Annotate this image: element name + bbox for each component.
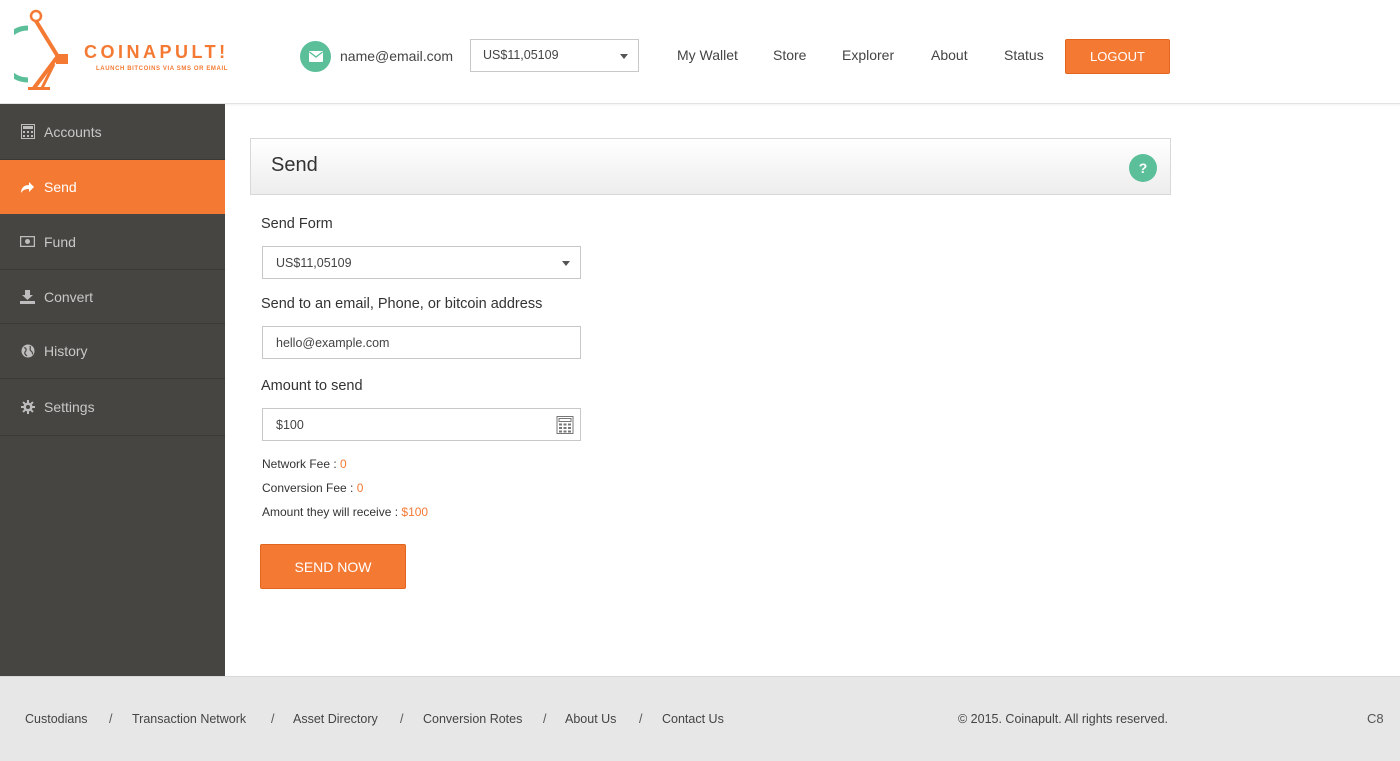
calculator-icon[interactable]	[556, 416, 574, 434]
footer-separator: /	[271, 712, 275, 726]
footer-separator: /	[109, 712, 113, 726]
amount-value: $100	[276, 418, 304, 432]
gear-icon	[20, 400, 35, 415]
sidebar-item-send[interactable]: Send	[0, 160, 225, 214]
receive-amount: Amount they will receive : $100	[262, 505, 428, 519]
sidebar-item-convert[interactable]: Convert	[0, 270, 225, 324]
logo-tagline: LAUNCH BITCOINS VIA SMS OR EMAIL	[96, 66, 228, 72]
globe-icon	[20, 344, 35, 359]
help-button[interactable]: ?	[1129, 154, 1157, 182]
network-fee-value: 0	[340, 457, 347, 471]
conversion-fee: Conversion Fee : 0	[262, 481, 363, 495]
sidebar-item-history[interactable]: History	[0, 324, 225, 379]
footer-separator: /	[400, 712, 404, 726]
logo-wordmark: COINAPULT!	[84, 42, 229, 62]
sidebar: Accounts Send Fund Convert History Setti…	[0, 104, 225, 676]
nav-store[interactable]: Store	[773, 47, 806, 63]
send-from-label: Send Form	[261, 216, 333, 232]
send-from-value: US$11,05109	[276, 256, 352, 270]
balance-select-value: US$11,05109	[483, 48, 559, 62]
header: COINAPULT! LAUNCH BITCOINS VIA SMS OR EM…	[0, 0, 1400, 104]
footer-link-transaction-network[interactable]: Transaction Network	[132, 712, 246, 726]
banknote-icon	[20, 234, 35, 249]
recipient-placeholder: hello@example.com	[276, 336, 390, 350]
page-title: Send	[271, 154, 318, 176]
chevron-down-icon	[562, 261, 570, 266]
sidebar-item-fund[interactable]: Fund	[0, 214, 225, 270]
footer-link-conversion-rotes[interactable]: Conversion Rotes	[423, 712, 522, 726]
network-fee: Network Fee : 0	[262, 457, 347, 471]
footer: Custodians / Transaction Network / Asset…	[0, 676, 1400, 761]
conversion-fee-value: 0	[356, 481, 364, 495]
user-email: name@email.com	[340, 48, 454, 64]
sidebar-item-settings[interactable]: Settings	[0, 379, 225, 436]
send-from-select[interactable]: US$11,05109	[262, 246, 581, 279]
envelope-icon	[300, 40, 331, 72]
recipient-input[interactable]: hello@example.com	[262, 326, 581, 359]
sidebar-item-label: History	[44, 343, 88, 359]
sidebar-item-label: Send	[44, 179, 77, 195]
footer-separator: /	[543, 712, 547, 726]
footer-link-contact-us[interactable]: Contact Us	[662, 712, 724, 726]
sidebar-item-accounts[interactable]: Accounts	[0, 104, 225, 160]
footer-separator: /	[639, 712, 643, 726]
user-email-block: name@email.com	[300, 40, 453, 72]
catapult-logo-icon	[14, 9, 68, 90]
footer-link-custodians[interactable]: Custodians	[25, 712, 88, 726]
nav-about[interactable]: About	[931, 47, 968, 63]
copyright-text: © 2015. Coinapult. All rights reserved.	[958, 712, 1169, 726]
network-fee-label: Network Fee :	[262, 457, 337, 471]
send-to-label: Send to an email, Phone, or bitcoin addr…	[261, 296, 543, 312]
footer-link-about-us[interactable]: About Us	[565, 712, 616, 726]
sidebar-item-label: Fund	[44, 233, 76, 250]
nav-my-wallet[interactable]: My Wallet	[677, 47, 738, 63]
amount-label: Amount to send	[261, 378, 363, 394]
chevron-down-icon	[620, 54, 628, 59]
receive-amount-label: Amount they will receive :	[262, 505, 399, 519]
sidebar-item-label: Settings	[44, 399, 95, 415]
nav-explorer[interactable]: Explorer	[842, 47, 894, 63]
coinapult-logo[interactable]: COINAPULT! LAUNCH BITCOINS VIA SMS OR EM…	[14, 8, 244, 92]
sidebar-item-label: Convert	[44, 288, 94, 305]
send-now-button[interactable]: SEND NOW	[260, 544, 406, 589]
amount-input[interactable]: $100	[262, 408, 581, 441]
footer-link-asset-directory[interactable]: Asset Directory	[293, 712, 378, 726]
nav-status[interactable]: Status	[1004, 47, 1044, 63]
sidebar-item-label: Accounts	[44, 123, 102, 140]
receive-amount-value: $100	[401, 505, 429, 519]
send-panel-header: Send ?	[250, 138, 1171, 195]
calculator-icon	[20, 124, 35, 139]
download-tray-icon	[20, 289, 35, 304]
conversion-fee-label: Conversion Fee :	[262, 481, 354, 495]
balance-select[interactable]: US$11,05109	[470, 39, 639, 72]
corner-label: C8	[1367, 711, 1384, 726]
share-arrow-icon	[20, 180, 35, 195]
logout-button[interactable]: LOGOUT	[1065, 39, 1170, 74]
